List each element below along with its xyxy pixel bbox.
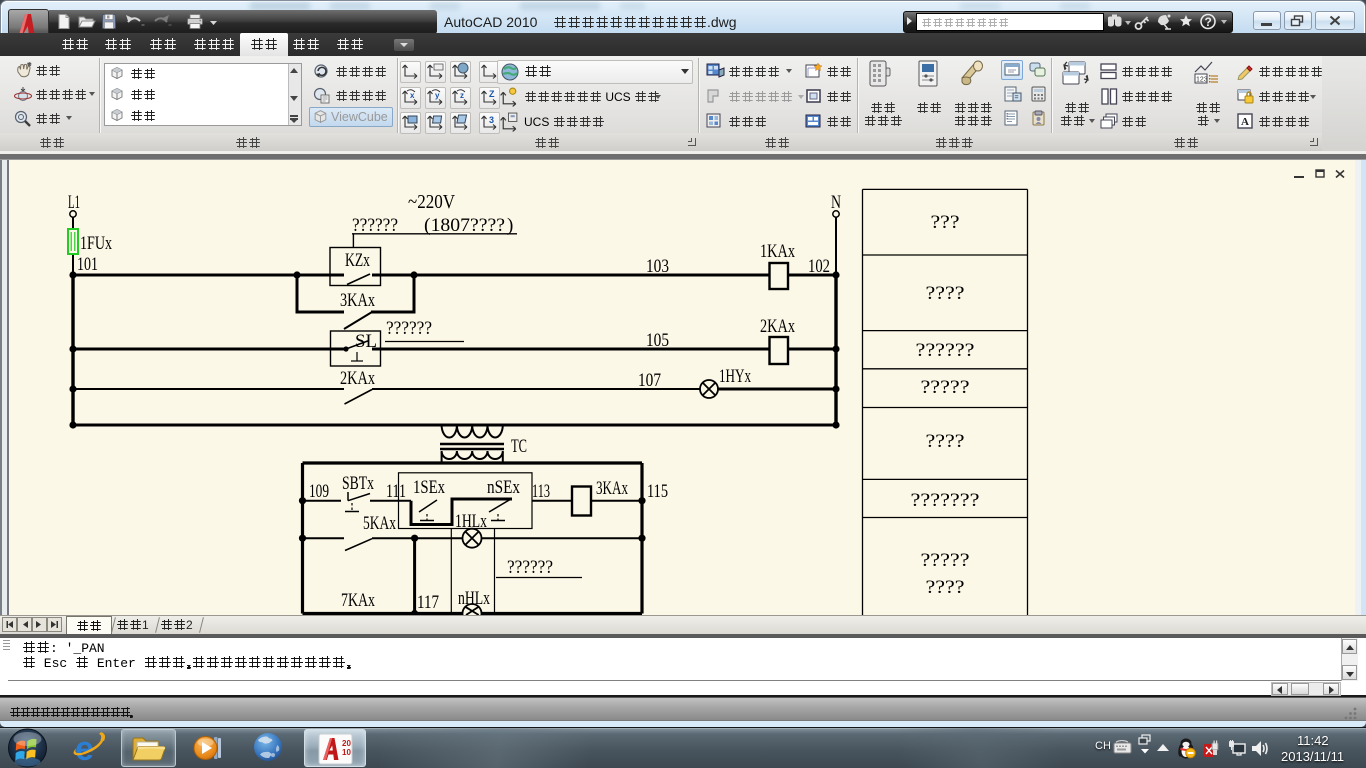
svg-text:??????: ?????? — [352, 215, 398, 236]
svg-text:102: 102 — [808, 256, 830, 277]
svg-text:115: 115 — [647, 481, 668, 502]
svg-text:(1807????: (1807???? — [424, 215, 505, 236]
svg-text:??????: ?????? — [507, 557, 553, 578]
svg-text:1KAx: 1KAx — [760, 241, 795, 262]
svg-text:1FUx: 1FUx — [80, 233, 112, 254]
svg-text:123: 123 — [1196, 77, 1208, 84]
svg-text:???????: ??????? — [911, 490, 980, 511]
svg-text:3KAx: 3KAx — [340, 290, 375, 311]
svg-text:1SEx: 1SEx — [413, 477, 445, 498]
svg-text:2KAx: 2KAx — [340, 368, 375, 389]
svg-text:N: N — [831, 192, 841, 213]
svg-text:103: 103 — [646, 256, 669, 277]
svg-text:111: 111 — [386, 481, 406, 502]
svg-text:10: 10 — [342, 748, 351, 757]
svg-text:?????: ????? — [921, 550, 970, 571]
svg-text:5KAx: 5KAx — [363, 513, 396, 534]
svg-text:KZx: KZx — [345, 250, 370, 271]
svg-text:TC: TC — [511, 436, 527, 457]
svg-text:y: y — [435, 91, 440, 100]
svg-text:~220V: ~220V — [408, 191, 455, 213]
svg-text:109: 109 — [309, 481, 329, 502]
svg-text:Z: Z — [489, 89, 495, 99]
svg-text:?????: ????? — [921, 377, 970, 398]
svg-text:=: = — [1015, 95, 1019, 102]
svg-text:A: A — [1241, 116, 1249, 128]
svg-text:SBTx: SBTx — [342, 473, 374, 494]
svg-text:107: 107 — [638, 370, 661, 391]
svg-text:z: z — [460, 91, 464, 100]
svg-text:20: 20 — [342, 739, 351, 748]
svg-text:nSEx: nSEx — [487, 477, 520, 498]
svg-text:3KAx: 3KAx — [596, 478, 628, 499]
svg-text:105: 105 — [646, 330, 669, 351]
svg-text:117: 117 — [417, 592, 439, 613]
svg-text:??????: ?????? — [386, 318, 432, 339]
svg-text:L1: L1 — [68, 192, 80, 213]
svg-text:7KAx: 7KAx — [341, 590, 375, 611]
svg-text:???: ??? — [931, 212, 960, 233]
svg-text:1HYx: 1HYx — [719, 366, 751, 387]
svg-text:101: 101 — [77, 254, 98, 275]
svg-text:x: x — [410, 91, 415, 100]
svg-text:????: ???? — [926, 577, 965, 598]
svg-text:?: ? — [1205, 15, 1212, 29]
svg-text:????: ???? — [926, 431, 965, 452]
svg-text:): ) — [507, 215, 513, 236]
svg-text:????: ???? — [926, 283, 965, 304]
svg-text:??????: ?????? — [916, 340, 975, 361]
svg-text:e: e — [75, 730, 94, 767]
svg-text:3: 3 — [489, 115, 494, 125]
svg-text:2KAx: 2KAx — [760, 316, 795, 337]
svg-text:113: 113 — [532, 481, 550, 502]
